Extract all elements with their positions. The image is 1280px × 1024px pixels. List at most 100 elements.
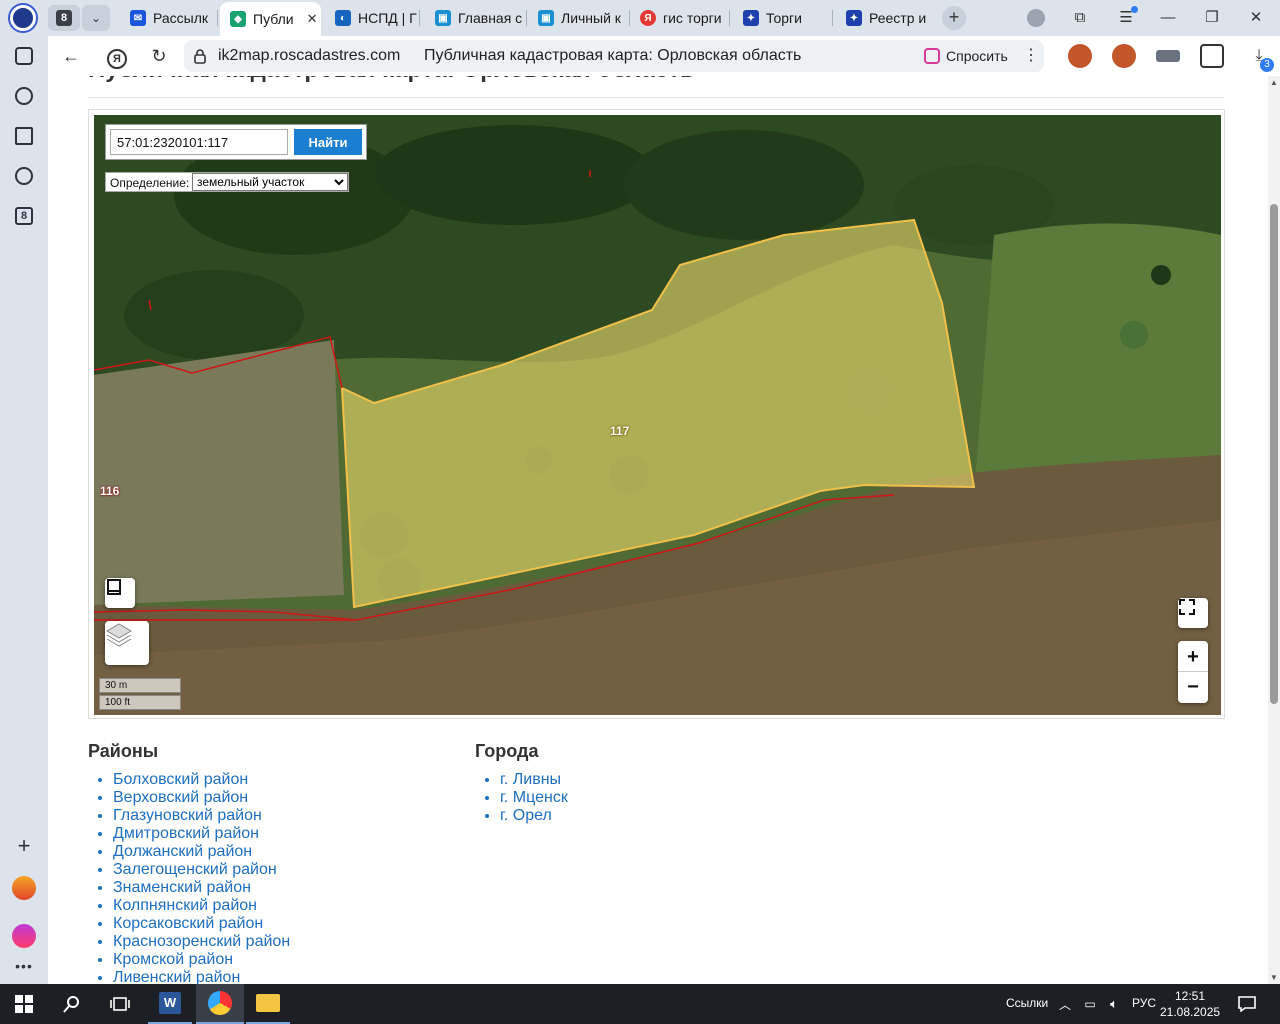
lock-icon (194, 49, 206, 64)
file-explorer-icon[interactable] (246, 984, 290, 1024)
district-link[interactable]: Верховский район (113, 789, 290, 807)
scroll-down-arrow[interactable]: ▼ (1270, 973, 1278, 982)
city-link[interactable]: г. Мценск (500, 789, 568, 807)
profile-avatar[interactable] (1024, 6, 1048, 30)
chevron-down-icon[interactable]: ⌄ (82, 5, 110, 31)
close-window-button[interactable]: ✕ (1244, 6, 1268, 30)
tray-expand-icon[interactable]: ︿ (1056, 984, 1074, 1024)
nspd-icon: ◐ (335, 10, 351, 26)
parcel-label[interactable]: 117 (610, 424, 629, 438)
extension-puzzle-icon[interactable] (1200, 44, 1224, 68)
url-text[interactable]: ik2map.roscadastres.com (218, 47, 400, 65)
district-link[interactable]: Краснозоренский район (113, 933, 290, 951)
mail-app-icon[interactable] (12, 876, 36, 900)
zoom-out-button[interactable]: − (1178, 672, 1208, 702)
tab-cadastral-map[interactable]: ◆ Публи ✕ (220, 2, 321, 36)
page-title-text: Публичная кадастровая карта: Орловская о… (424, 47, 802, 64)
map-icon: ◆ (230, 11, 246, 27)
city-link[interactable]: г. Орел (500, 807, 568, 825)
scroll-up-arrow[interactable]: ▲ (1270, 78, 1278, 87)
tab-main[interactable]: ▣ Главная с (425, 4, 527, 32)
back-button[interactable]: ← (58, 44, 84, 68)
print-map-button[interactable] (105, 578, 135, 608)
browser-tab-bar: 8 ⌄ ✉ Рассылк ◆ Публи ✕ ◐ НСПД | Г ▣ Гла… (0, 0, 1280, 36)
alice-app-icon[interactable] (12, 924, 36, 948)
page-scrollbar[interactable]: ▲ ▼ (1268, 76, 1280, 984)
district-link[interactable]: Залегощенский район (113, 861, 290, 879)
close-icon[interactable]: ✕ (307, 11, 318, 27)
mail-icon: ✉ (130, 10, 146, 26)
zoom-in-button[interactable]: + (1178, 642, 1208, 672)
district-link[interactable]: Глазуновский район (113, 807, 290, 825)
district-link[interactable]: Знаменский район (113, 879, 290, 897)
menu-icon[interactable]: ☰ (1114, 6, 1138, 30)
browser-logo-icon[interactable] (8, 4, 38, 32)
districts-list: Болховский район Верховский район Глазун… (88, 771, 290, 984)
map-frame: 117 116 Найти Определение: земельный уча… (88, 109, 1225, 719)
search-icon[interactable] (48, 984, 96, 1024)
extension-icon[interactable] (1112, 44, 1136, 68)
system-clock[interactable]: 12:51 21.08.2025 (1160, 988, 1220, 1020)
minimize-button[interactable]: — (1156, 6, 1180, 30)
district-link[interactable]: Корсаковский район (113, 915, 290, 933)
reload-button[interactable]: ↻ (146, 44, 172, 68)
district-link[interactable]: Дмитровский район (113, 825, 290, 843)
tab-registry[interactable]: ✦ Реестр и (836, 4, 936, 32)
windows-start-icon[interactable] (0, 984, 48, 1024)
screenshot-icon[interactable] (12, 44, 36, 68)
tab-nspd[interactable]: ◐ НСПД | Г (325, 4, 420, 32)
tab-personal[interactable]: ▣ Личный к (528, 4, 630, 32)
downloads-badge: 3 (1260, 58, 1274, 72)
network-icon[interactable]: ▭ (1080, 984, 1100, 1024)
add-panel-icon[interactable]: + (12, 833, 36, 858)
downloads-button[interactable]: ⤓ 3 (1246, 44, 1274, 72)
cadastral-map[interactable]: 117 116 Найти Определение: земельный уча… (94, 115, 1221, 715)
scrollbar-thumb[interactable] (1270, 204, 1278, 704)
yandex-browser-app-icon[interactable] (196, 984, 244, 1024)
find-button[interactable]: Найти (294, 129, 362, 155)
collections-icon[interactable] (12, 124, 36, 148)
new-tab-button[interactable]: + (942, 6, 966, 30)
zoom-control: + − (1178, 641, 1208, 703)
more-menu-icon[interactable]: ⋮ (1023, 44, 1039, 68)
notifications-icon[interactable] (1232, 984, 1262, 1024)
district-link[interactable]: Ливенский район (113, 969, 290, 984)
task-view-icon[interactable] (96, 984, 144, 1024)
input-language[interactable]: РУС (1132, 996, 1156, 1010)
tab-counter-button[interactable]: 8 (48, 5, 80, 31)
clock-date: 21.08.2025 (1160, 1005, 1221, 1019)
tab-gis-torgi[interactable]: Я гис торги (630, 4, 730, 32)
cadastral-number-input[interactable] (110, 129, 288, 155)
print-icon (107, 579, 121, 595)
omnibox[interactable]: ik2map.roscadastres.com Публичная кадаст… (184, 40, 956, 72)
district-link[interactable]: Болховский район (113, 771, 290, 789)
district-link[interactable]: Колпнянский район (113, 897, 290, 915)
clock-time: 12:51 (1174, 989, 1206, 1003)
extension-icon[interactable] (1156, 50, 1180, 62)
fullscreen-button[interactable] (1178, 598, 1208, 628)
layers-icon (106, 623, 132, 647)
yandex-home-button[interactable]: Я (104, 44, 130, 69)
restore-button[interactable]: ❐ (1200, 6, 1224, 30)
tabs-count-icon[interactable]: 8 (12, 204, 36, 228)
more-icon[interactable]: ••• (12, 954, 36, 978)
district-link[interactable]: Должанский район (113, 843, 290, 861)
definition-select[interactable]: земельный участок (192, 173, 348, 191)
history-icon[interactable] (12, 84, 36, 108)
tab-label: Личный к (561, 10, 621, 26)
city-link[interactable]: г. Ливны (500, 771, 568, 789)
layers-button[interactable] (105, 621, 149, 665)
tab-mail[interactable]: ✉ Рассылк (120, 4, 218, 32)
collections-icon[interactable]: ⧉ (1068, 6, 1092, 30)
volume-icon[interactable]: 🔈︎ (1104, 984, 1124, 1024)
extension-icon[interactable] (1068, 44, 1092, 68)
word-app-icon[interactable]: W (148, 984, 192, 1024)
video-icon[interactable] (12, 164, 36, 188)
neighbor-parcel-label[interactable]: 116 (100, 484, 119, 498)
ask-label: Спросить (946, 48, 1008, 64)
links-toolbar[interactable]: Ссылки (1006, 996, 1048, 1010)
fullscreen-icon (1179, 599, 1195, 615)
tab-torgi[interactable]: ✦ Торги (733, 4, 833, 32)
district-link[interactable]: Кромской район (113, 951, 290, 969)
definition-selector: Определение: земельный участок (105, 172, 349, 192)
